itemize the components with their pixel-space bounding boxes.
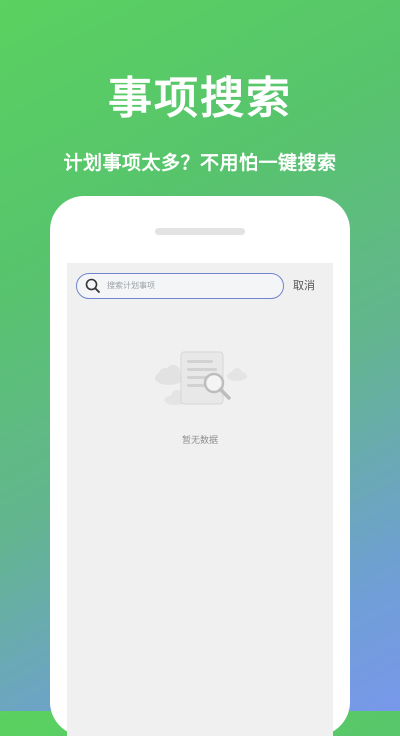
app-screen: 搜索计划事项 取消 暂无数据 [67, 263, 333, 736]
phone-mockup: 搜索计划事项 取消 暂无数据 [50, 196, 350, 736]
promo-title: 事项搜索 [108, 73, 292, 124]
empty-state-text: 暂无数据 [181, 436, 218, 446]
empty-document-search-icon [155, 351, 247, 405]
search-icon [85, 278, 100, 293]
search-bar[interactable]: 搜索计划事项 [76, 273, 284, 299]
phone-speaker [155, 228, 245, 235]
promo-subtitle: 计划事项太多？不用怕一键搜索 [63, 152, 337, 174]
cancel-button[interactable]: 取消 [293, 277, 315, 293]
search-input[interactable]: 搜索计划事项 [107, 280, 155, 291]
